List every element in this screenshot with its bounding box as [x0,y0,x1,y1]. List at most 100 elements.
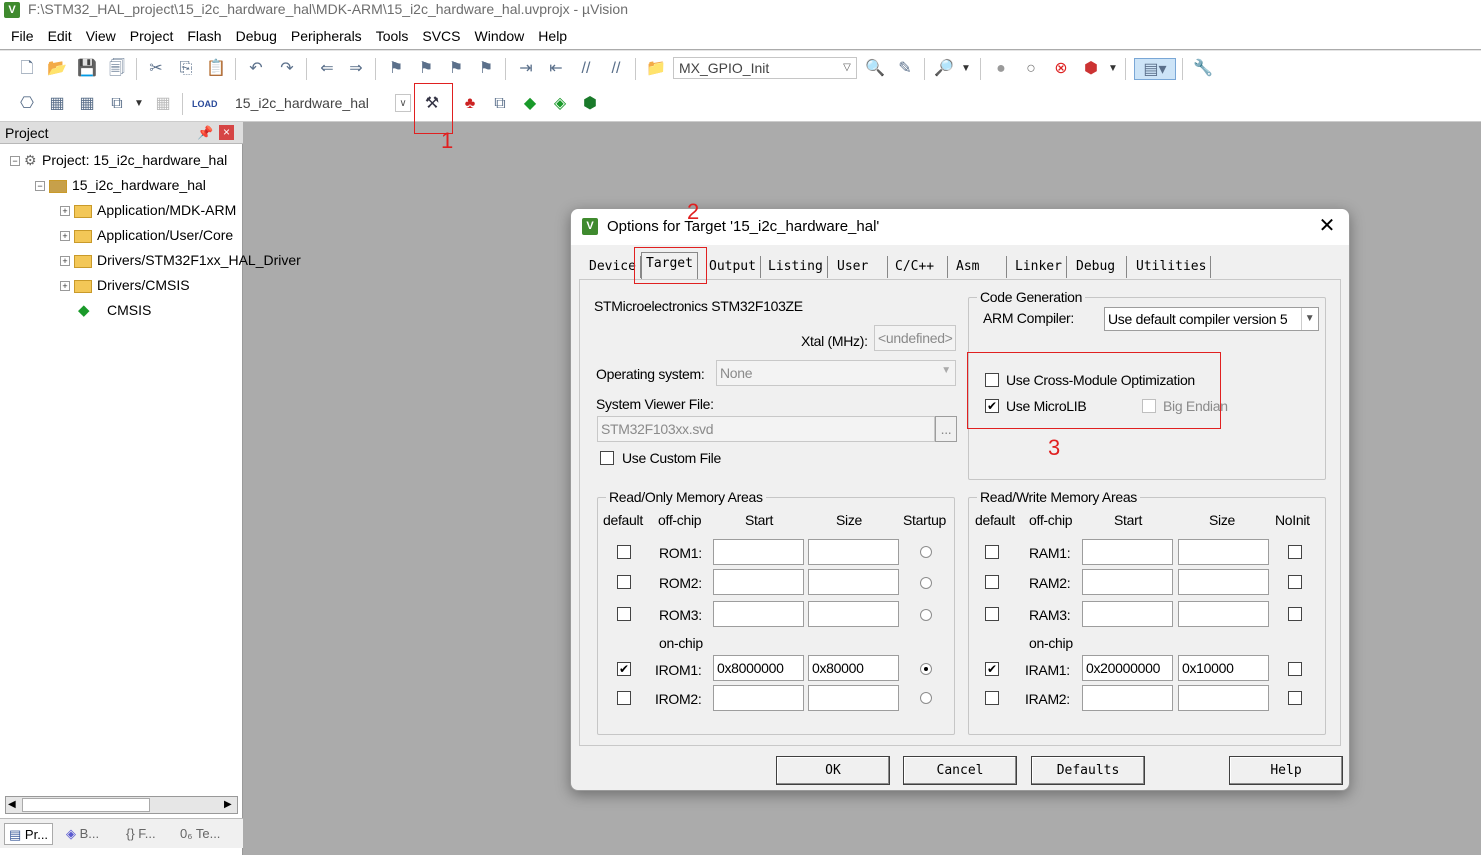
tree-item-group[interactable]: + Drivers/CMSIS [60,274,190,296]
chevron-down-icon[interactable]: ▼ [128,93,150,115]
collapse-icon[interactable]: − [35,181,45,192]
uncomment-icon[interactable]: // [605,58,627,80]
tree-item-project[interactable]: − ⚙ Project: 15_i2c_hardware_hal [10,149,227,171]
paste-icon[interactable]: 📋 [205,58,227,80]
compiler-select[interactable]: Use default compiler version 5 ▼ [1104,307,1319,331]
close-icon[interactable]: ✕ [1315,214,1339,238]
iram1-size-field[interactable]: 0x10000 [1178,655,1269,681]
ram2-default-checkbox[interactable] [985,575,999,589]
pin-icon[interactable]: 📌 [197,125,213,141]
tree-item-group[interactable]: + Application/MDK-ARM [60,199,236,221]
prev-bookmark-icon[interactable]: ⚑ [415,58,437,80]
collapse-icon[interactable]: − [10,156,20,167]
find-in-files-icon[interactable]: 📁 [645,58,667,80]
scroll-right-icon[interactable]: ▶ [224,799,232,810]
manage-project-items-icon[interactable]: ♣ [459,93,481,115]
bookmark-icon[interactable]: ⚑ [385,58,407,80]
next-bookmark-icon[interactable]: ⚑ [445,58,467,80]
function-combo[interactable]: MX_GPIO_Init ▽ [673,57,857,79]
tab-project[interactable]: ▤ Pr... [4,823,54,845]
rom2-default-checkbox[interactable] [617,575,631,589]
close-icon[interactable]: × [219,125,234,140]
chevron-down-icon[interactable]: ▼ [1102,58,1124,80]
iram2-noinit-checkbox[interactable] [1288,691,1302,705]
ram2-start-field[interactable] [1082,569,1173,595]
insert-breakpoint-icon[interactable]: ● [990,58,1012,80]
ram1-size-field[interactable] [1178,539,1269,565]
cancel-button[interactable]: Cancel [903,756,1017,785]
tab-device[interactable]: Device [585,256,641,278]
rom2-startup-radio[interactable] [920,577,932,589]
expand-icon[interactable]: + [60,231,70,242]
save-icon[interactable]: 💾 [76,58,98,80]
irom1-startup-radio[interactable] [920,663,932,675]
tab-user[interactable]: User [833,256,888,278]
iram2-default-checkbox[interactable] [985,691,999,705]
irom2-startup-radio[interactable] [920,692,932,704]
ram1-start-field[interactable] [1082,539,1173,565]
save-all-icon[interactable]: 🗐 [106,58,128,80]
menu-peripherals[interactable]: Peripherals [284,28,369,44]
ram2-noinit-checkbox[interactable] [1288,575,1302,589]
menu-flash[interactable]: Flash [180,28,228,44]
kill-breakpoints-icon[interactable]: ⬢ [1080,58,1102,80]
window-layout-icon[interactable]: ▤▾ [1134,58,1176,80]
tab-functions[interactable]: {} F... [122,823,160,845]
rom3-start-field[interactable] [713,601,804,627]
irom1-default-checkbox[interactable]: ✔ [617,662,631,676]
chevron-down-icon[interactable]: ▼ [955,58,977,80]
scroll-left-icon[interactable]: ◀ [8,799,16,810]
irom1-start-field[interactable]: 0x8000000 [713,655,804,681]
new-file-icon[interactable]: 🗋 [16,58,38,80]
rom3-size-field[interactable] [808,601,899,627]
tab-listing[interactable]: Listing [764,256,828,278]
tab-debug[interactable]: Debug [1072,256,1127,278]
tree-item-group[interactable]: + Drivers/STM32F1xx_HAL_Driver [60,249,301,271]
rom1-default-checkbox[interactable] [617,545,631,559]
redo-icon[interactable]: ↷ [276,58,298,80]
configure-icon[interactable]: 🔧 [1192,58,1214,80]
rom2-size-field[interactable] [808,569,899,595]
pack-installer-icon[interactable]: ◆ [519,93,541,115]
tab-c-cpp[interactable]: C/C++ [891,256,948,278]
tab-books[interactable]: ◈ B... [62,823,103,845]
menu-edit[interactable]: Edit [41,28,79,44]
clear-bookmarks-icon[interactable]: ⚑ [475,58,497,80]
build-icon[interactable]: ▦ [46,93,68,115]
rom2-start-field[interactable] [713,569,804,595]
download-icon[interactable]: LOAD [192,93,218,115]
iram2-size-field[interactable] [1178,685,1269,711]
scrollbar-thumb[interactable] [22,798,150,812]
tab-output[interactable]: Output [705,256,761,278]
manage-run-time-environment-icon[interactable]: ⬢ [579,93,601,115]
tab-utilities[interactable]: Utilities [1132,256,1212,278]
batch-build-icon[interactable]: ⧉ [106,93,128,115]
cut-icon[interactable]: ✂ [145,58,167,80]
iram1-start-field[interactable]: 0x20000000 [1082,655,1173,681]
target-select[interactable]: 15_i2c_hardware_hal ∨ [229,92,413,114]
custom-file-checkbox[interactable] [600,451,614,465]
ram3-noinit-checkbox[interactable] [1288,607,1302,621]
expand-icon[interactable]: + [60,206,70,217]
copy-icon[interactable]: ⎘ [175,58,197,80]
menu-view[interactable]: View [79,28,123,44]
select-packs-icon[interactable]: ◈ [549,93,571,115]
rebuild-icon[interactable]: ▦ [76,93,98,115]
rom1-startup-radio[interactable] [920,546,932,558]
menu-help[interactable]: Help [531,28,574,44]
iram1-default-checkbox[interactable]: ✔ [985,662,999,676]
irom2-size-field[interactable] [808,685,899,711]
tree-item-group[interactable]: + Application/User/Core [60,224,233,246]
ok-button[interactable]: OK [776,756,890,785]
iram2-start-field[interactable] [1082,685,1173,711]
enable-breakpoint-icon[interactable]: ○ [1020,58,1042,80]
tab-asm[interactable]: Asm [952,256,1007,278]
debug-session-icon[interactable]: 🔎 [933,58,955,80]
help-button[interactable]: Help [1229,756,1343,785]
open-file-icon[interactable]: 📂 [46,58,68,80]
rom3-default-checkbox[interactable] [617,607,631,621]
ram2-size-field[interactable] [1178,569,1269,595]
comment-icon[interactable]: // [575,58,597,80]
unindent-icon[interactable]: ⇤ [545,58,567,80]
ram3-start-field[interactable] [1082,601,1173,627]
